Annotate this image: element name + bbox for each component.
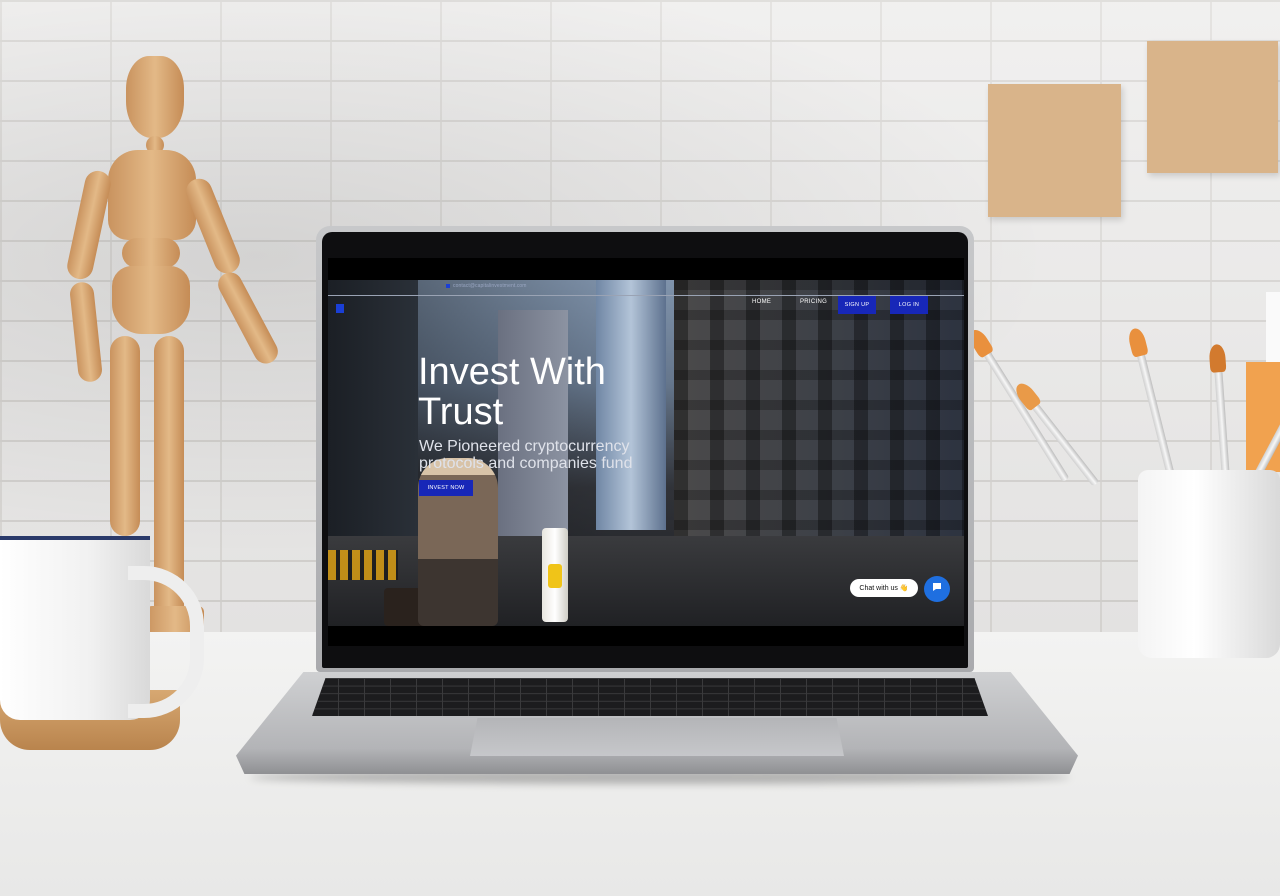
laptop-keyboard [312,678,988,716]
sticky-note [1147,41,1278,173]
nav-home-link[interactable]: HOME [752,299,771,305]
hero-subtitle: We Pioneered cryptocurrency protocols an… [419,438,633,472]
nav-pricing-link[interactable]: PRICING [800,299,827,305]
site-logo-icon[interactable] [336,304,344,313]
laptop-trackpad [470,718,844,756]
laptop-screen: contact@capitalinvestment.com HOME PRICI… [328,258,964,646]
road-barrier [328,550,398,580]
website-hero: contact@capitalinvestment.com HOME PRICI… [328,280,964,626]
login-button[interactable]: LOG IN [890,296,928,314]
chat-label[interactable]: Chat with us 👋 [850,579,918,597]
invest-now-button[interactable]: INVEST NOW [419,480,473,496]
dark-building-photo [328,280,418,580]
signup-button[interactable]: SIGN UP [838,296,876,314]
traffic-bollard [542,528,568,622]
paper-roll [1266,292,1280,362]
chat-button[interactable] [924,576,950,602]
brush-holder-cup [1138,470,1280,658]
street-building-photo [674,280,964,566]
sticky-note [988,84,1121,217]
hero-title: Invest With Trust [418,351,606,433]
contact-email[interactable]: contact@capitalinvestment.com [446,283,527,289]
chat-bubble-icon [931,580,943,598]
